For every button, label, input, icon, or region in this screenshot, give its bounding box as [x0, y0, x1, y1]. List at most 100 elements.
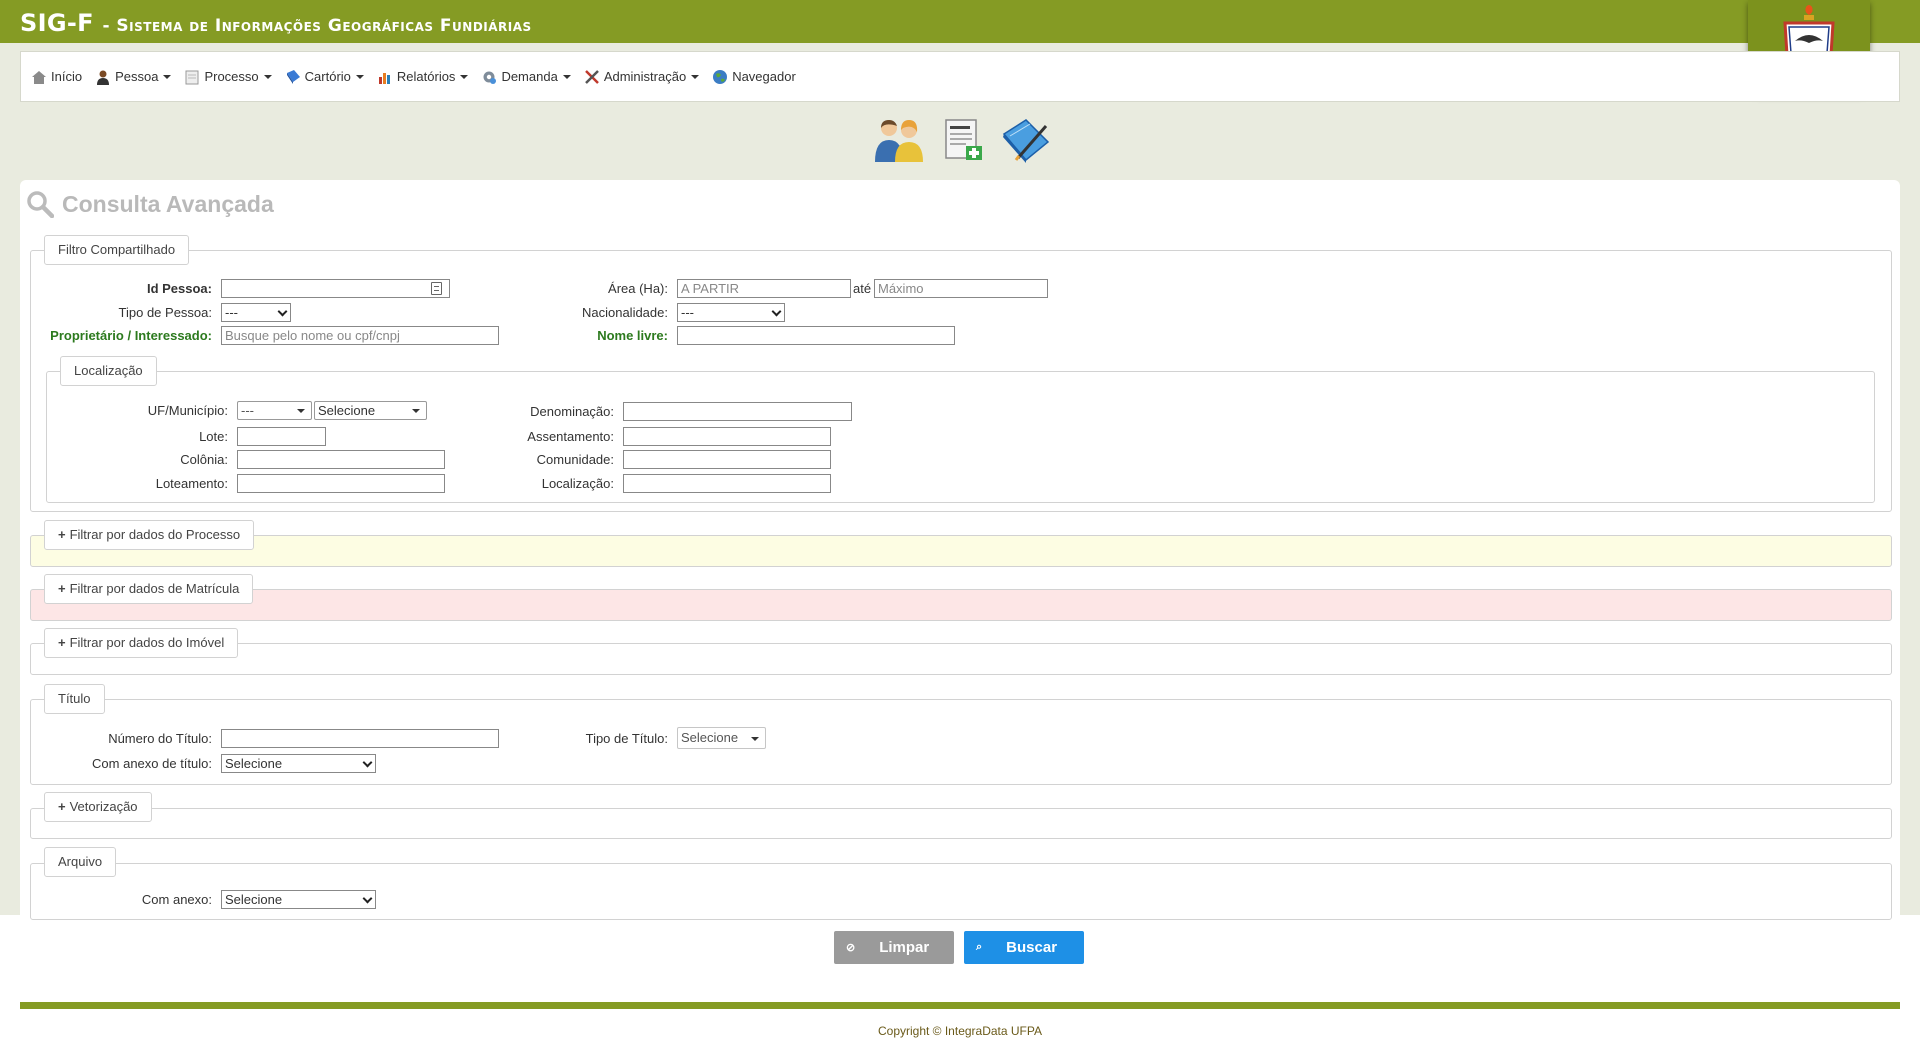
- cancel-icon: ⊘: [846, 942, 856, 954]
- lote-label: Lote:: [199, 429, 228, 444]
- chevron-down-icon: [263, 74, 272, 79]
- limpar-button[interactable]: ⊘ Limpar: [834, 931, 954, 964]
- nacionalidade-label: Nacionalidade:: [581, 305, 668, 320]
- plus-icon: +: [58, 635, 66, 650]
- menu-item-relatorios[interactable]: Relatórios: [377, 69, 469, 85]
- chevron-down-icon: [691, 74, 700, 79]
- chevron-down-icon: [771, 306, 782, 317]
- municipio-select[interactable]: Selecione: [314, 401, 427, 420]
- chevron-down-icon: [362, 893, 373, 904]
- menu-item-label: Pessoa: [115, 69, 159, 84]
- loteamento-label: Loteamento:: [155, 476, 228, 491]
- area-max-input[interactable]: [874, 279, 1048, 298]
- buscar-button-label: Buscar: [1006, 939, 1058, 956]
- gear-icon: [483, 71, 497, 84]
- menu-item-label: Processo: [204, 69, 259, 84]
- uf-select[interactable]: ---: [237, 401, 312, 420]
- comunidade-label: Comunidade:: [536, 452, 614, 467]
- nacionalidade-select[interactable]: ---: [677, 303, 785, 322]
- app-header: SIG-F - Sistema de Informações Geográfic…: [0, 0, 1920, 43]
- page-title: Consulta Avançada: [26, 190, 274, 218]
- menu-item-pessoa[interactable]: Pessoa: [95, 69, 172, 85]
- limpar-button-label: Limpar: [879, 939, 930, 956]
- chevron-down-icon: [297, 409, 305, 413]
- chevron-down-icon: [163, 74, 172, 79]
- quick-book-button[interactable]: [1000, 116, 1052, 164]
- person-icon: [97, 70, 110, 85]
- app-title-main: SIG-F: [20, 9, 94, 37]
- footer-copyright: Copyright © IntegraData UFPA: [877, 1024, 1043, 1038]
- chevron-down-icon: [277, 306, 288, 317]
- processo-fieldset: [30, 535, 1892, 567]
- book-icon: [286, 69, 300, 84]
- app-title: SIG-F - Sistema de Informações Geográfic…: [20, 9, 532, 37]
- imovel-fieldset: [30, 643, 1892, 675]
- tipo-titulo-label: Tipo de Título:: [585, 731, 668, 746]
- filtro-compartilhado-legend: Filtro Compartilhado: [44, 235, 190, 265]
- com-anexo-label: Com anexo:: [141, 892, 212, 907]
- tipo-titulo-value: Selecione: [681, 730, 739, 745]
- plus-icon: +: [58, 799, 66, 814]
- chevron-down-icon: [562, 74, 571, 79]
- loteamento-input[interactable]: [237, 474, 445, 493]
- denominacao-label: Denominação:: [530, 404, 614, 419]
- tipo-pessoa-value: ---: [225, 305, 238, 320]
- menu-item-inicio[interactable]: Início: [31, 69, 82, 85]
- uf-municipio-label: UF/Município:: [147, 403, 228, 418]
- proprietario-input[interactable]: [221, 326, 499, 345]
- filtrar-matricula-label: Filtrar por dados de Matrícula: [69, 581, 240, 596]
- new-document-icon: [945, 119, 982, 160]
- chevron-down-icon: [412, 409, 420, 413]
- colonia-label: Colônia:: [180, 452, 228, 467]
- filtrar-processo-toggle[interactable]: + Filtrar por dados do Processo: [44, 520, 255, 550]
- comunidade-input[interactable]: [623, 450, 831, 469]
- chevron-down-icon: [751, 737, 759, 741]
- id-card-icon[interactable]: [431, 282, 442, 295]
- tipo-pessoa-select[interactable]: ---: [221, 303, 291, 322]
- quick-new-document-button[interactable]: [942, 116, 986, 164]
- assentamento-input[interactable]: [623, 427, 831, 446]
- area-min-input[interactable]: [677, 279, 851, 298]
- tipo-titulo-select[interactable]: Selecione: [677, 727, 766, 749]
- ate-label: até: [853, 281, 872, 296]
- vetorizacao-fieldset: [30, 808, 1892, 839]
- id-pessoa-label: Id Pessoa:: [146, 281, 212, 296]
- colonia-input[interactable]: [237, 450, 445, 469]
- denominacao-input[interactable]: [623, 402, 852, 421]
- numero-titulo-input[interactable]: [221, 729, 499, 748]
- app-title-sub: - Sistema de Informações Geográficas Fun…: [102, 16, 532, 36]
- menu-item-processo[interactable]: Processo: [184, 69, 272, 85]
- anexo-titulo-select[interactable]: Selecione: [221, 754, 376, 773]
- localizacao-input[interactable]: [623, 474, 831, 493]
- menu-item-administracao[interactable]: Administração: [584, 69, 700, 85]
- filtrar-imovel-toggle[interactable]: + Filtrar por dados do Imóvel: [44, 628, 239, 658]
- numero-titulo-label: Número do Título:: [108, 731, 212, 746]
- buscar-button[interactable]: ⌕ Buscar: [964, 931, 1084, 964]
- titulo-legend: Título: [44, 684, 105, 714]
- lote-input[interactable]: [237, 427, 326, 446]
- menu-item-label: Início: [51, 69, 83, 84]
- anexo-titulo-label: Com anexo de título:: [92, 756, 212, 771]
- quick-people-button[interactable]: [873, 116, 925, 164]
- filtrar-matricula-toggle[interactable]: + Filtrar por dados de Matrícula: [44, 574, 254, 604]
- menu-item-label: Navegador: [732, 69, 796, 84]
- menu-item-demanda[interactable]: Demanda: [481, 69, 571, 85]
- uf-value: ---: [241, 403, 254, 418]
- localizacao-legend: Localização: [60, 356, 157, 386]
- filtrar-processo-label: Filtrar por dados do Processo: [69, 527, 241, 542]
- globe-icon: [713, 69, 728, 84]
- menu-item-cartorio[interactable]: Cartório: [285, 69, 364, 85]
- footer-divider: [20, 1002, 1900, 1009]
- menu-item-label: Demanda: [501, 69, 558, 84]
- home-icon: [32, 70, 46, 84]
- com-anexo-select[interactable]: Selecione: [221, 890, 376, 909]
- nome-livre-input[interactable]: [677, 326, 955, 345]
- menu-item-label: Relatórios: [396, 69, 456, 84]
- localizacao-label: Localização:: [541, 476, 614, 491]
- anexo-titulo-value: Selecione: [225, 756, 283, 771]
- arquivo-legend: Arquivo: [44, 847, 117, 877]
- plus-icon: +: [58, 527, 66, 542]
- menu-item-navegador[interactable]: Navegador: [712, 69, 796, 85]
- id-pessoa-input[interactable]: [221, 279, 450, 298]
- vetorizacao-toggle[interactable]: + Vetorização: [44, 792, 152, 822]
